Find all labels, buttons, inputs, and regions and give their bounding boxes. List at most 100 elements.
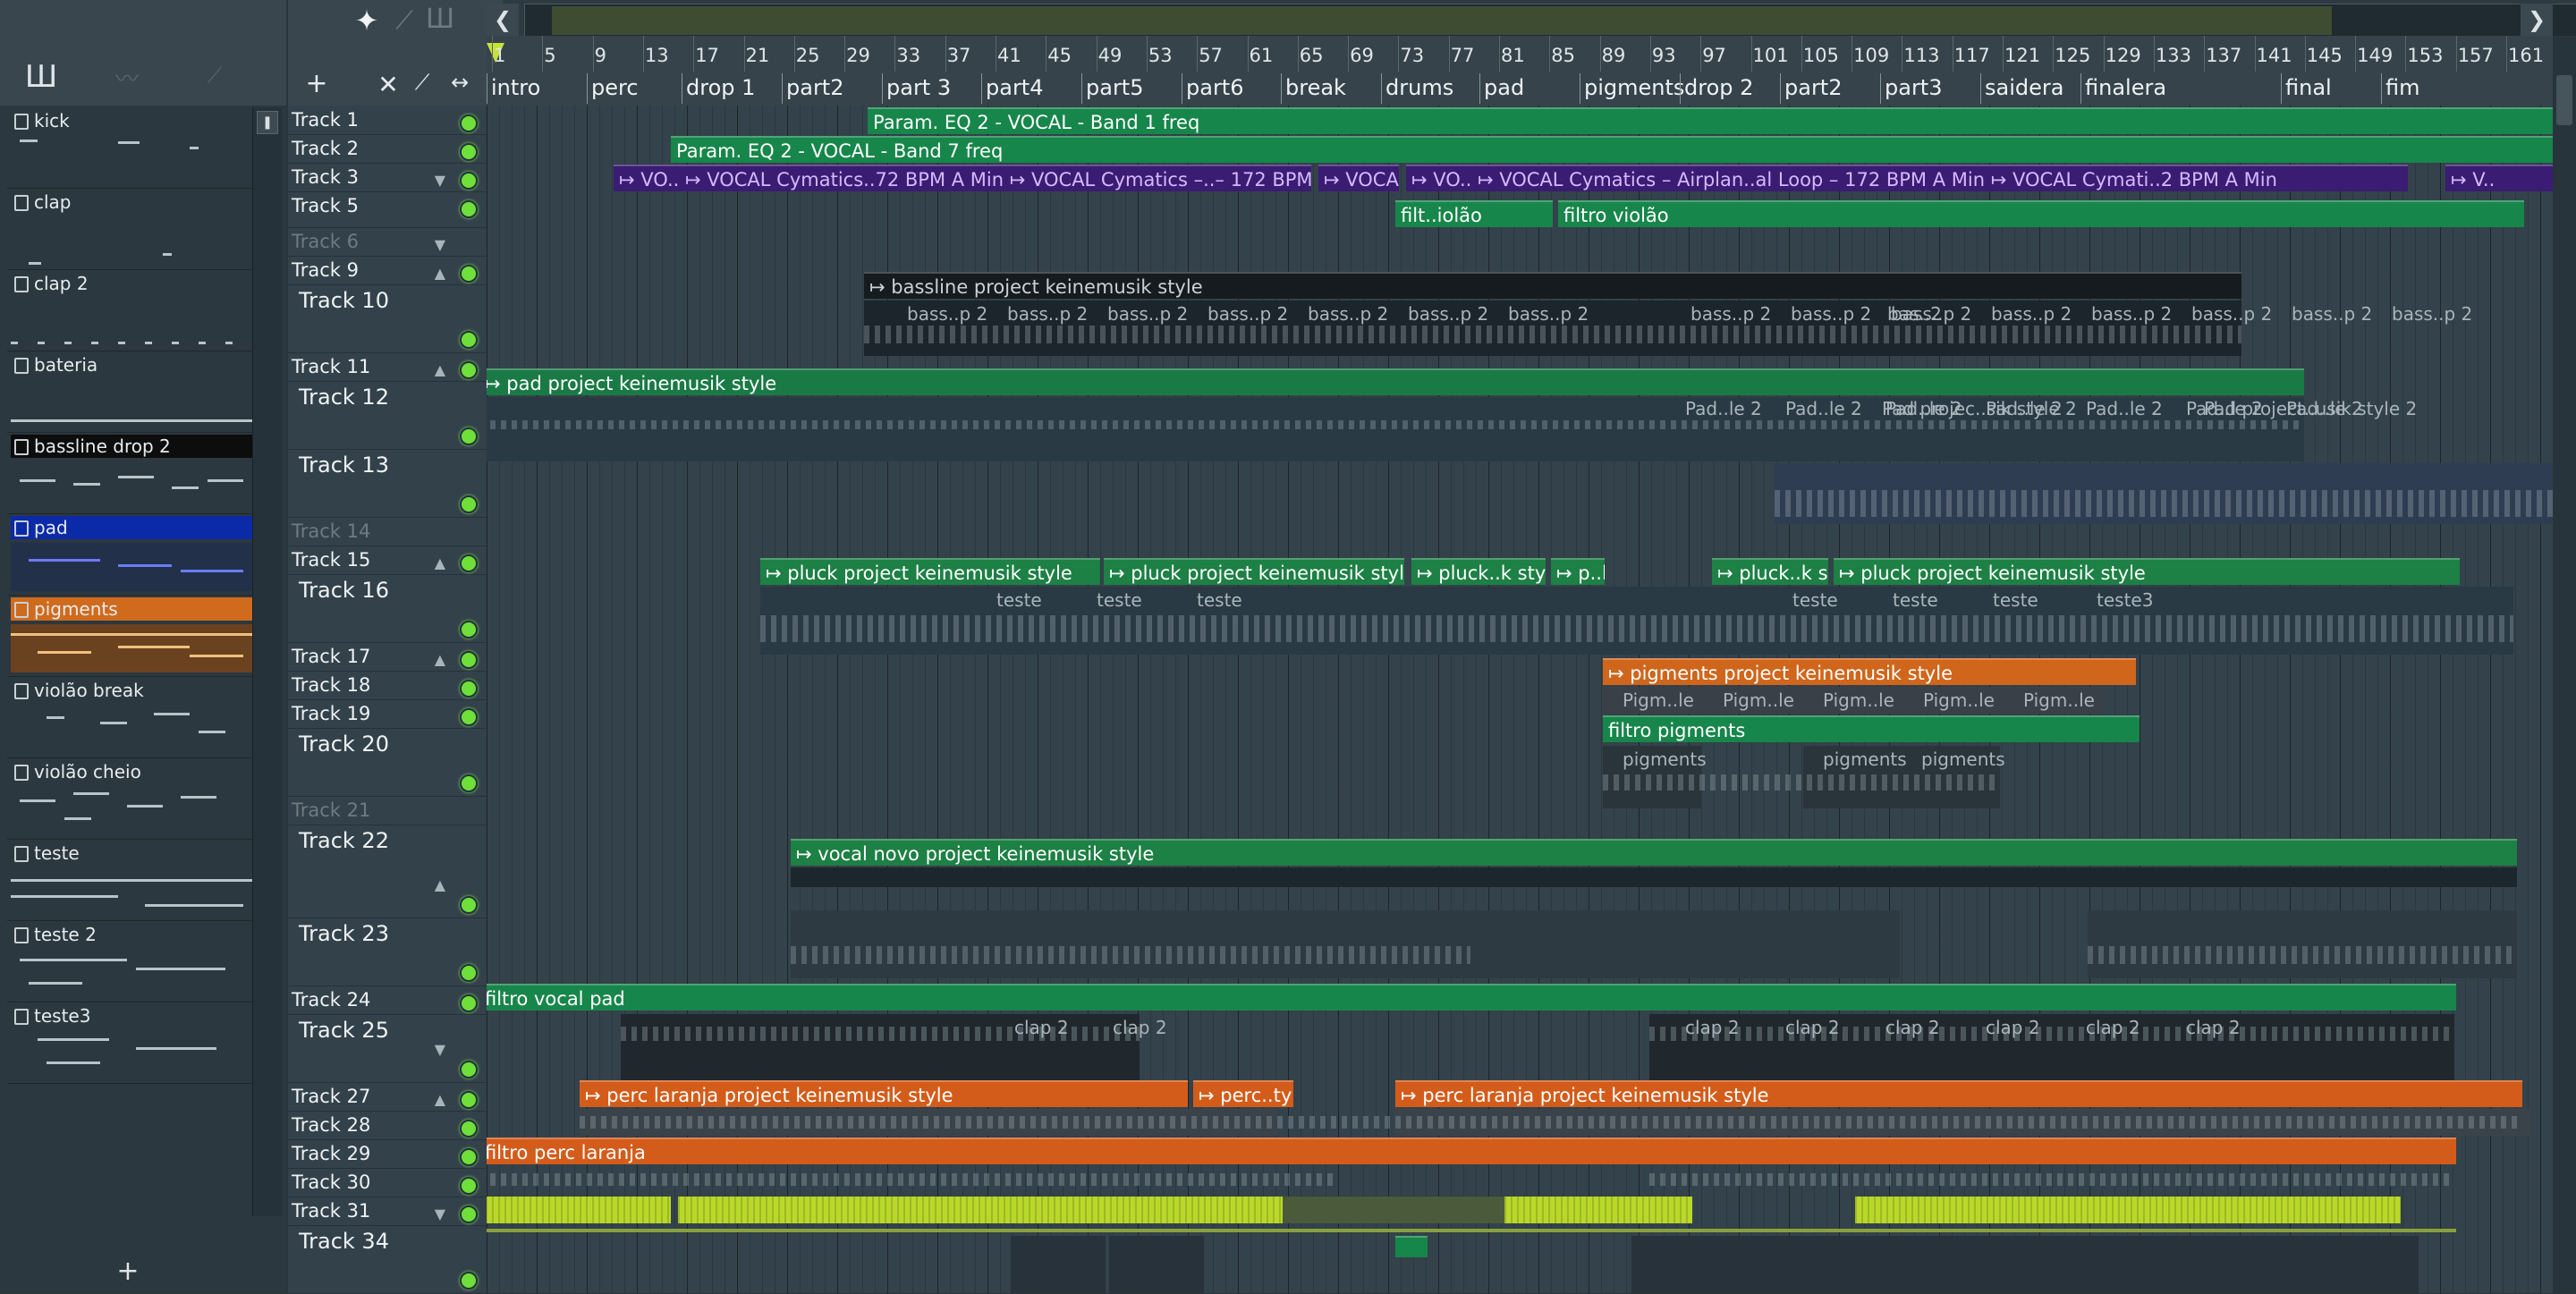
audio-clip[interactable]: [1855, 1197, 2401, 1223]
clip-body[interactable]: [1109, 1236, 1204, 1293]
track-header[interactable]: Track 3 ▼: [288, 163, 487, 192]
playlist-clip[interactable]: Param. EQ 2 - VOCAL - Band 7 freq: [671, 136, 2555, 163]
clip-body[interactable]: [1283, 1197, 1504, 1223]
marker-label[interactable]: pad: [1479, 73, 1524, 104]
picker-scroll-thumb[interactable]: ❚: [257, 111, 278, 134]
track-header[interactable]: Track 23: [288, 918, 487, 986]
track-header[interactable]: Track 15 ▲: [288, 546, 487, 575]
marker-label[interactable]: part2: [782, 73, 844, 104]
clip-body[interactable]: [791, 867, 2517, 887]
clip-body[interactable]: [2088, 910, 2517, 978]
overview-viewport[interactable]: [552, 6, 2332, 35]
track-mute-led[interactable]: [460, 896, 478, 914]
track-mute-led[interactable]: [460, 495, 478, 513]
marker-label[interactable]: part 3: [882, 73, 951, 104]
marker-label[interactable]: part6: [1182, 73, 1244, 104]
pattern-item[interactable]: teste3: [7, 1002, 252, 1084]
playlist-clip[interactable]: ↦ pluck project keinemusik style: [760, 558, 1100, 585]
playlist-clip[interactable]: ↦ pluck..k style: [1712, 558, 1828, 585]
track-mute-led[interactable]: [460, 427, 478, 445]
track-group-arrow-icon[interactable]: ▼: [435, 1205, 445, 1222]
track-group-arrow-icon[interactable]: ▲: [435, 1091, 445, 1108]
track-mute-led[interactable]: [460, 114, 478, 132]
track-group-arrow-icon[interactable]: ▼: [435, 1041, 445, 1058]
playlist-clip[interactable]: ↦ VO.. ↦ VOCAL Cymatics – Airplan..al Lo…: [1406, 165, 2408, 191]
playlist-clip[interactable]: ↦ pluck project keinemusik style: [1834, 558, 2460, 585]
audio-clip[interactable]: [678, 1197, 1283, 1223]
track-header[interactable]: Track 18: [288, 671, 487, 700]
playlist-clip[interactable]: ↦ p..le: [1551, 558, 1605, 585]
clip-body[interactable]: [791, 910, 1900, 978]
marker-label[interactable]: perc: [587, 73, 639, 104]
playlist-clip[interactable]: ↦ pigments project keinemusik style: [1603, 658, 2136, 685]
marker-label[interactable]: part2: [1780, 73, 1843, 104]
track-header[interactable]: Track 34: [288, 1225, 487, 1294]
playlist-clip[interactable]: ↦ perc laranja project keinemusik style: [580, 1080, 1188, 1107]
marker-label[interactable]: drop 2: [1680, 73, 1753, 104]
marker-label[interactable]: fim: [2381, 73, 2420, 104]
track-header[interactable]: Track 1: [288, 106, 487, 135]
track-header[interactable]: Track 9 ▲: [288, 256, 487, 285]
pattern-item[interactable]: pigments: [7, 596, 252, 677]
playlist-clip[interactable]: ↦ V..: [2445, 165, 2553, 191]
track-group-arrow-icon[interactable]: ▲: [435, 265, 445, 282]
playlist-clip[interactable]: ↦ VOCA..: [1318, 165, 1399, 191]
track-mute-led[interactable]: [460, 1091, 478, 1109]
track-group-arrow-icon[interactable]: ▲: [435, 651, 445, 668]
track-header[interactable]: Track 30: [288, 1168, 487, 1197]
marker-label[interactable]: break: [1281, 73, 1346, 104]
track-group-arrow-icon[interactable]: ▲: [435, 876, 445, 893]
marker-label[interactable]: saidera: [1980, 73, 2063, 104]
track-mute-led[interactable]: [460, 994, 478, 1012]
clip-body[interactable]: [1631, 1236, 2419, 1293]
track-header[interactable]: Track 13: [288, 449, 487, 518]
playlist-clip[interactable]: filt..iolão: [1395, 200, 1553, 227]
marker-label[interactable]: part5: [1081, 73, 1144, 104]
pattern-mode-icon[interactable]: Ш: [422, 4, 458, 35]
track-header[interactable]: Track 19: [288, 699, 487, 729]
playlist-clip[interactable]: ↦ pluck..k style: [1411, 558, 1546, 585]
track-mute-led[interactable]: [460, 680, 478, 698]
pattern-item[interactable]: violão cheio: [7, 758, 252, 840]
playlist-clip[interactable]: ↦ pad project keinemusik style: [487, 368, 2304, 395]
clip-body[interactable]: [1649, 1014, 2454, 1082]
track-mute-led[interactable]: [460, 200, 478, 218]
track-mute-led[interactable]: [460, 1177, 478, 1195]
track-header[interactable]: Track 31 ▼: [288, 1197, 487, 1226]
add-pattern-button[interactable]: +: [0, 1252, 256, 1291]
playlist-overview[interactable]: [524, 4, 2576, 38]
playlist-clip[interactable]: Param. EQ 2 - VOCAL - Band 1 freq: [868, 107, 2555, 134]
playlist-clip[interactable]: ↦ VO.. ↦ VOCAL Cymatics..72 BPM A Min ↦ …: [614, 165, 1311, 191]
pattern-item[interactable]: kick: [7, 107, 252, 189]
pattern-item[interactable]: bassline drop 2: [7, 433, 252, 514]
playlist-clip[interactable]: ↦ vocal novo project keinemusik style: [791, 839, 2517, 866]
pattern-item[interactable]: teste 2: [7, 921, 252, 1002]
track-header[interactable]: Track 17 ▲: [288, 642, 487, 672]
track-mute-led[interactable]: [460, 708, 478, 726]
track-header[interactable]: Track 29: [288, 1139, 487, 1169]
marker-label[interactable]: part3: [1880, 73, 1943, 104]
audio-clip[interactable]: [1504, 1197, 1692, 1223]
snap-icon[interactable]: ✦: [349, 4, 385, 38]
marker-label[interactable]: drop 1: [682, 73, 755, 104]
track-header[interactable]: Track 5: [288, 191, 487, 228]
picker-audio-icon[interactable]: 〰: [100, 61, 154, 106]
track-header[interactable]: Track 27 ▲: [288, 1082, 487, 1112]
playlist-vertical-scrollbar[interactable]: [2553, 36, 2576, 1293]
track-header[interactable]: Track 2: [288, 134, 487, 164]
scroll-left-button[interactable]: ❮: [487, 4, 519, 36]
track-group-arrow-icon[interactable]: ▼: [435, 236, 445, 253]
picker-patterns-icon[interactable]: Ш: [14, 59, 68, 104]
track-header[interactable]: Track 28: [288, 1111, 487, 1140]
track-mute-led[interactable]: [460, 651, 478, 669]
playlist-clip[interactable]: ↦ perc..tyle: [1193, 1080, 1293, 1107]
playlist-clip[interactable]: ↦ pluck project keinemusik style: [1104, 558, 1404, 585]
track-mute-led[interactable]: [460, 143, 478, 161]
draw-icon[interactable]: ⟋: [404, 70, 440, 95]
track-group-arrow-icon[interactable]: ▼: [435, 172, 445, 189]
pattern-item[interactable]: teste: [7, 840, 252, 921]
clip-body[interactable]: [487, 1229, 2456, 1232]
track-mute-led[interactable]: [460, 554, 478, 572]
track-group-arrow-icon[interactable]: ▲: [435, 361, 445, 378]
playlist-clip[interactable]: ↦ bassline project keinemusik style: [864, 272, 2241, 299]
